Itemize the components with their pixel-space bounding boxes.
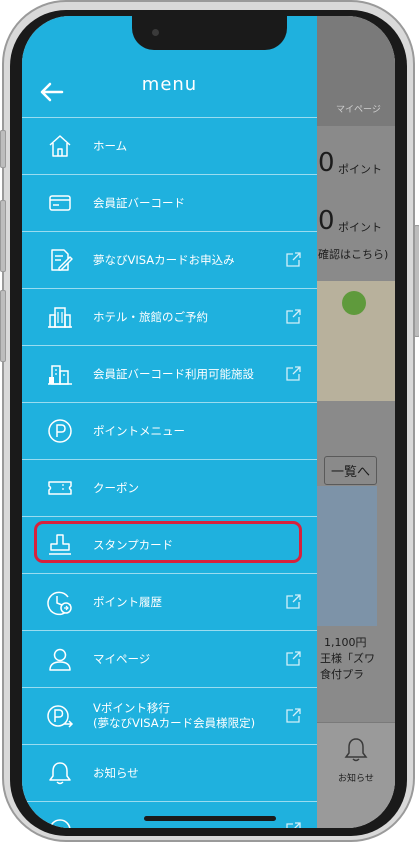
menu-item-home[interactable]: ホーム <box>22 117 317 174</box>
menu-item-label: ポイントメニュー <box>93 423 185 438</box>
background-hotel-image <box>317 486 377 626</box>
external-link-icon <box>284 707 302 725</box>
phone-side-button-left-2 <box>0 200 6 272</box>
screen: マイページ 0 ポイント 0 ポイント 確認はこちら) 一覧へ 1,100円 王… <box>22 16 395 828</box>
menu-item-label: お知らせ <box>93 765 139 780</box>
menu-item-point-menu[interactable]: ポイントメニュー <box>22 402 317 459</box>
bell-icon <box>344 737 368 763</box>
menu-item-hotel-reservation[interactable]: ホテル・旅館のご予約 <box>22 288 317 345</box>
menu-item-label: 会員証バーコード <box>93 195 185 210</box>
phone-notch <box>132 16 287 50</box>
background-points-value-1: 0 <box>318 148 335 178</box>
background-price: 1,100円 <box>324 636 367 649</box>
background-text-line-3: 食付プラ <box>320 668 364 681</box>
external-link-icon <box>284 308 302 326</box>
phone-side-button-left-3 <box>0 290 6 362</box>
camera <box>152 29 159 36</box>
background-points-value-2: 0 <box>318 206 335 236</box>
highlight-frame-stamp-card <box>34 521 302 563</box>
external-link-icon <box>284 251 302 269</box>
menu-item-label: クーポン <box>93 480 139 495</box>
partial-icon <box>46 816 74 828</box>
menu-item-label-two-line: Vポイント移行 (夢なびVISAカード会員様限定) <box>93 688 255 744</box>
menu-title: menu <box>141 74 198 95</box>
menu-item-label: ポイント履歴 <box>93 594 162 609</box>
external-link-icon <box>284 821 302 828</box>
point-p-icon <box>46 417 74 445</box>
facilities-icon <box>46 360 74 388</box>
menu-list: ホーム 会員証バーコード 夢なびVISAカードお申込み ホテル・旅館のご予約 会… <box>22 117 317 828</box>
background-tab-notice-label: お知らせ <box>338 774 374 784</box>
point-transfer-icon <box>46 702 74 730</box>
history-icon <box>46 588 74 616</box>
menu-item-mypage[interactable]: マイページ <box>22 630 317 687</box>
external-link-icon <box>284 593 302 611</box>
menu-item-partial[interactable] <box>22 801 317 828</box>
document-pen-icon <box>46 246 74 274</box>
background-points-unit-2: ポイント <box>338 221 382 234</box>
external-link-icon <box>284 365 302 383</box>
background-list-link: 一覧へ <box>324 456 378 485</box>
home-indicator <box>144 816 276 821</box>
background-confirm-link: 確認はこちら) <box>318 248 389 261</box>
building-icon <box>46 303 74 331</box>
external-link-icon <box>284 650 302 668</box>
menu-item-sublabel: (夢なびVISAカード会員様限定) <box>93 716 256 730</box>
user-icon <box>46 645 74 673</box>
menu-item-label: マイページ <box>93 651 151 666</box>
menu-item-coupon[interactable]: クーポン <box>22 459 317 516</box>
menu-item-vpoint-transfer[interactable]: Vポイント移行 (夢なびVISAカード会員様限定) <box>22 687 317 744</box>
side-menu: menu ホーム 会員証バーコード 夢なびVISAカードお申込み ホテル・旅館の… <box>22 16 317 828</box>
bell-icon <box>46 759 74 787</box>
menu-item-label: ホテル・旅館のご予約 <box>93 309 208 324</box>
background-mypage-label: マイページ <box>336 105 381 115</box>
menu-item-point-history[interactable]: ポイント履歴 <box>22 573 317 630</box>
menu-item-member-barcode[interactable]: 会員証バーコード <box>22 174 317 231</box>
background-banner-shape <box>342 291 366 315</box>
menu-item-visa-apply[interactable]: 夢なびVISAカードお申込み <box>22 231 317 288</box>
menu-item-label: 夢なびVISAカードお申込み <box>93 252 235 267</box>
menu-item-barcode-facilities[interactable]: 会員証バーコード利用可能施設 <box>22 345 317 402</box>
menu-item-notice[interactable]: お知らせ <box>22 744 317 801</box>
card-icon <box>46 189 74 217</box>
menu-item-label: 会員証バーコード利用可能施設 <box>93 366 254 381</box>
background-text-line-2: 王様「ズワ <box>320 652 375 665</box>
phone-side-button-left-1 <box>0 130 6 168</box>
menu-item-label: Vポイント移行 <box>93 701 170 715</box>
home-icon <box>46 132 74 160</box>
coupon-icon <box>46 474 74 502</box>
phone-side-button-right <box>414 225 419 337</box>
menu-item-label: ホーム <box>93 138 128 153</box>
background-points-unit-1: ポイント <box>338 163 382 176</box>
